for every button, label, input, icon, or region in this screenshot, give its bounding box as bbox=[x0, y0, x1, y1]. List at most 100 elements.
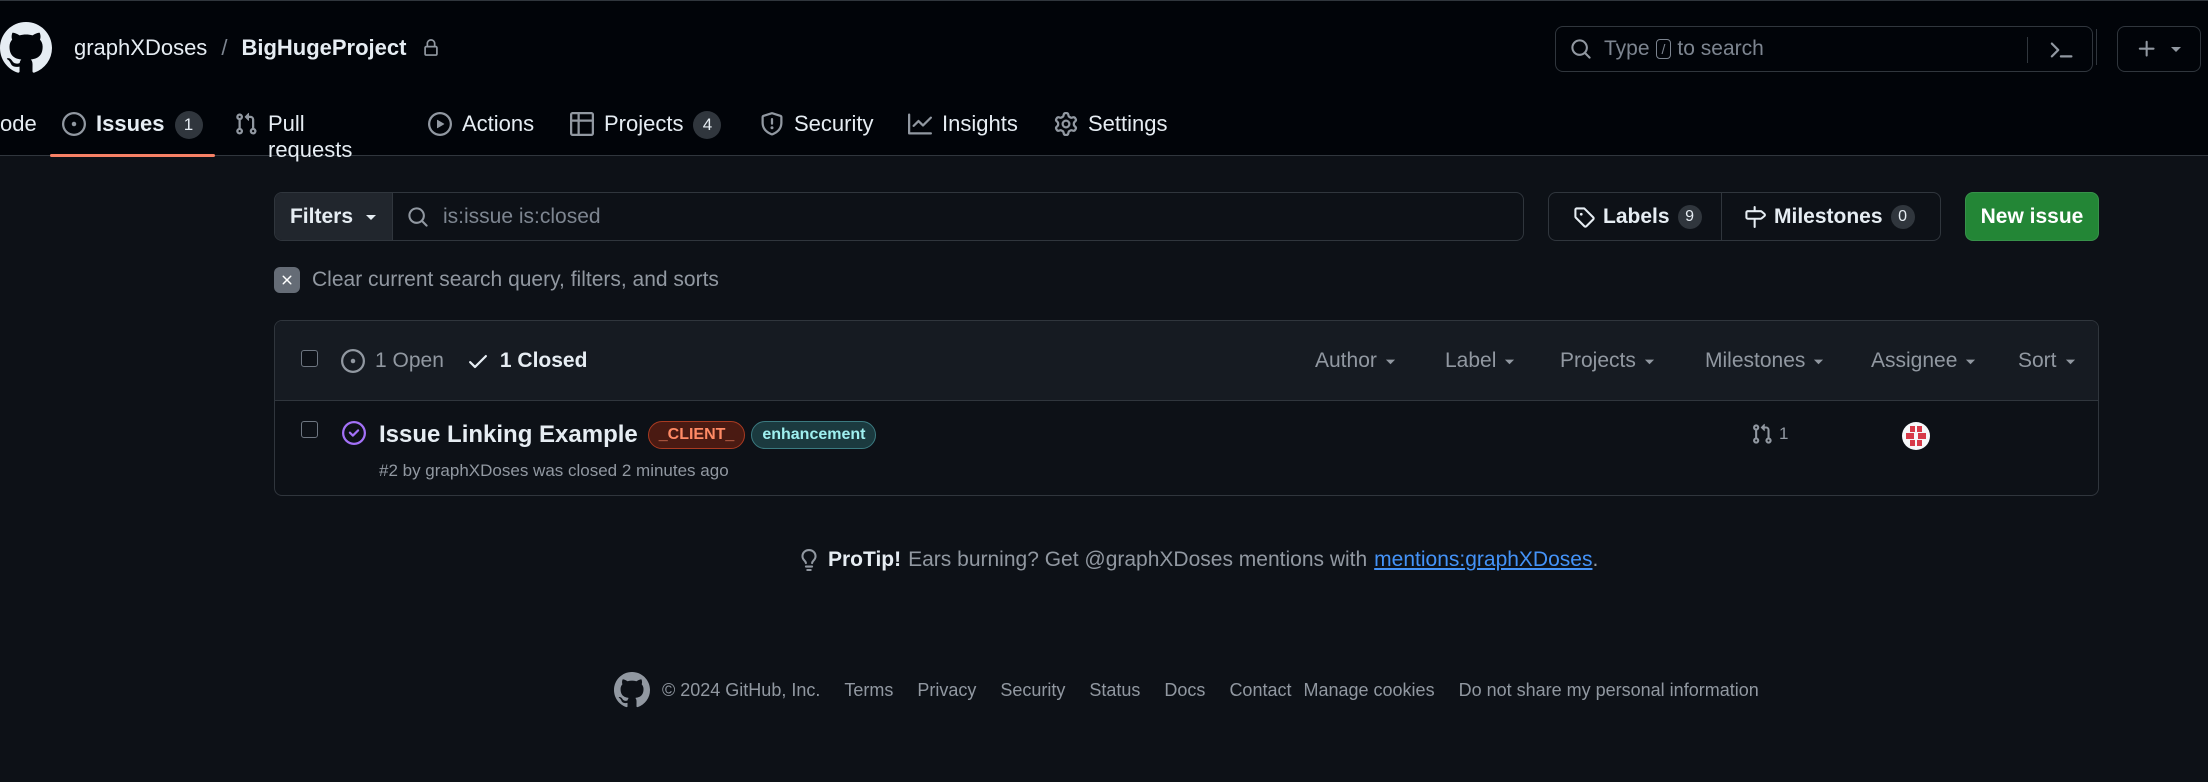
issue-meta: #2 by graphXDoses was closed 2 minutes a… bbox=[379, 461, 729, 480]
issue-checkbox[interactable] bbox=[301, 421, 318, 438]
tab-insights[interactable]: Insights bbox=[908, 101, 1018, 157]
caret-down-icon bbox=[365, 211, 377, 223]
open-issues-filter[interactable]: 1 Open bbox=[341, 349, 444, 373]
command-palette-icon[interactable] bbox=[2050, 38, 2074, 62]
closed-issues-filter[interactable]: 1 Closed bbox=[466, 349, 587, 373]
search-placeholder-suffix: to search bbox=[1677, 37, 1764, 60]
plus-icon bbox=[2136, 38, 2158, 60]
label-enhancement[interactable]: enhancement bbox=[751, 421, 877, 449]
open-issues-count: 1 Open bbox=[375, 349, 444, 372]
tab-actions[interactable]: Actions bbox=[428, 101, 534, 157]
author-filter[interactable]: Author bbox=[1315, 349, 1396, 373]
projects-filter-label: Projects bbox=[1560, 349, 1636, 372]
tab-actions-label: Actions bbox=[462, 111, 535, 136]
issue-title-link[interactable]: Issue Linking Example bbox=[379, 421, 638, 449]
caret-down-icon bbox=[1813, 356, 1824, 367]
milestone-icon bbox=[1744, 205, 1766, 228]
issues-counter: 1 bbox=[174, 111, 203, 139]
tab-insights-label: Insights bbox=[942, 111, 1018, 136]
github-logo-icon[interactable] bbox=[0, 22, 52, 74]
issue-state-toggle: 1 Open 1 Closed bbox=[341, 349, 587, 373]
github-logo-icon[interactable] bbox=[614, 672, 650, 708]
protip-end: . bbox=[1592, 548, 1599, 571]
assignee-avatar[interactable] bbox=[1901, 421, 1931, 451]
footer-copyright: © 2024 GitHub, Inc. bbox=[662, 679, 821, 700]
linked-pull-requests[interactable]: 1 bbox=[1751, 423, 1788, 445]
git-pull-request-icon bbox=[234, 111, 258, 136]
label-filter-label: Label bbox=[1445, 349, 1497, 372]
repo-owner-link[interactable]: graphXDoses bbox=[74, 35, 207, 61]
author-filter-label: Author bbox=[1315, 349, 1377, 372]
tab-projects[interactable]: Projects 4 bbox=[570, 101, 722, 157]
footer-link-status[interactable]: Status bbox=[1089, 680, 1140, 701]
filters-dropdown-button[interactable]: Filters bbox=[275, 193, 393, 240]
tab-code[interactable]: ode bbox=[0, 101, 37, 157]
header-divider bbox=[2096, 29, 2097, 65]
issues-list: 1 Open 1 Closed Author Label Projects Mi… bbox=[274, 320, 2099, 496]
label-client[interactable]: _CLIENT_ bbox=[647, 421, 746, 449]
search-placeholder-prefix: Type bbox=[1604, 37, 1650, 60]
labels-button[interactable]: Labels 9 bbox=[1549, 193, 1722, 240]
issue-opened-icon bbox=[62, 111, 86, 136]
milestones-button[interactable]: Milestones 0 bbox=[1722, 193, 1940, 240]
issues-filter-bar: Filters is:issue is:closed bbox=[274, 192, 1524, 241]
graph-icon bbox=[908, 111, 932, 136]
git-pull-request-icon bbox=[1751, 423, 1773, 445]
footer-link-contact[interactable]: Contact bbox=[1229, 680, 1291, 701]
page-footer: © 2024 GitHub, Inc. Terms Privacy Securi… bbox=[614, 672, 1783, 708]
clear-query-link[interactable]: Clear current search query, filters, and… bbox=[274, 267, 719, 293]
search-icon bbox=[1570, 38, 1592, 60]
milestones-filter-label: Milestones bbox=[1705, 349, 1806, 372]
search-icon bbox=[407, 206, 443, 228]
assignee-filter[interactable]: Assignee bbox=[1871, 349, 1976, 373]
table-row[interactable]: Issue Linking Example _CLIENT_ enhanceme… bbox=[275, 401, 2098, 495]
protip-label: ProTip! bbox=[828, 548, 902, 571]
close-icon bbox=[274, 267, 300, 293]
protip: ProTip! Ears burning? Get @graphXDoses m… bbox=[798, 548, 1598, 572]
caret-down-icon bbox=[2170, 43, 2182, 55]
label-filter[interactable]: Label bbox=[1445, 349, 1515, 373]
table-icon bbox=[570, 111, 594, 136]
caret-down-icon bbox=[2065, 356, 2076, 367]
create-new-button[interactable] bbox=[2117, 26, 2201, 72]
new-issue-button[interactable]: New issue bbox=[1965, 192, 2099, 241]
search-query-value: is:issue is:closed bbox=[443, 204, 601, 228]
repo-name-link[interactable]: BigHugeProject bbox=[241, 35, 406, 61]
labels-milestones-group: Labels 9 Milestones 0 bbox=[1548, 192, 1941, 241]
issues-list-header: 1 Open 1 Closed Author Label Projects Mi… bbox=[275, 321, 2098, 401]
labels-counter: 9 bbox=[1677, 204, 1702, 229]
footer-link-do-not-share[interactable]: Do not share my personal information bbox=[1459, 680, 1759, 701]
issue-closed-icon bbox=[342, 421, 366, 445]
global-search-input[interactable]: Type / to search bbox=[1555, 26, 2093, 72]
footer-link-security[interactable]: Security bbox=[1000, 680, 1065, 701]
protip-text: Ears burning? Get @graphXDoses mentions … bbox=[908, 548, 1368, 571]
assignee-filter-label: Assignee bbox=[1871, 349, 1958, 372]
projects-counter: 4 bbox=[693, 111, 722, 139]
tab-security-label: Security bbox=[794, 111, 874, 136]
tab-security[interactable]: Security bbox=[760, 101, 873, 157]
caret-down-icon bbox=[1504, 356, 1515, 367]
issue-opened-icon bbox=[341, 349, 365, 373]
milestones-filter[interactable]: Milestones bbox=[1705, 349, 1824, 373]
labels-label: Labels bbox=[1603, 204, 1670, 228]
projects-filter[interactable]: Projects bbox=[1560, 349, 1655, 373]
tab-issues[interactable]: Issues 1 bbox=[50, 101, 214, 157]
caret-down-icon bbox=[1965, 356, 1976, 367]
select-all-checkbox[interactable] bbox=[301, 350, 318, 367]
issues-search-input[interactable]: is:issue is:closed bbox=[393, 193, 1523, 240]
caret-down-icon bbox=[1644, 356, 1655, 367]
footer-link-docs[interactable]: Docs bbox=[1164, 680, 1205, 701]
tab-code-label: ode bbox=[0, 111, 37, 136]
mentions-link[interactable]: mentions:graphXDoses bbox=[1374, 548, 1592, 572]
breadcrumb-separator: / bbox=[221, 35, 228, 60]
tab-settings[interactable]: Settings bbox=[1054, 101, 1168, 157]
search-divider bbox=[2027, 37, 2028, 63]
filters-label: Filters bbox=[289, 204, 354, 228]
check-icon bbox=[466, 349, 490, 373]
tab-pull-requests[interactable]: Pull requests bbox=[234, 101, 352, 162]
play-icon bbox=[428, 111, 452, 136]
footer-link-privacy[interactable]: Privacy bbox=[917, 680, 976, 701]
sort-filter[interactable]: Sort bbox=[2018, 349, 2076, 373]
footer-link-manage-cookies[interactable]: Manage cookies bbox=[1303, 680, 1434, 701]
footer-link-terms[interactable]: Terms bbox=[844, 680, 893, 701]
